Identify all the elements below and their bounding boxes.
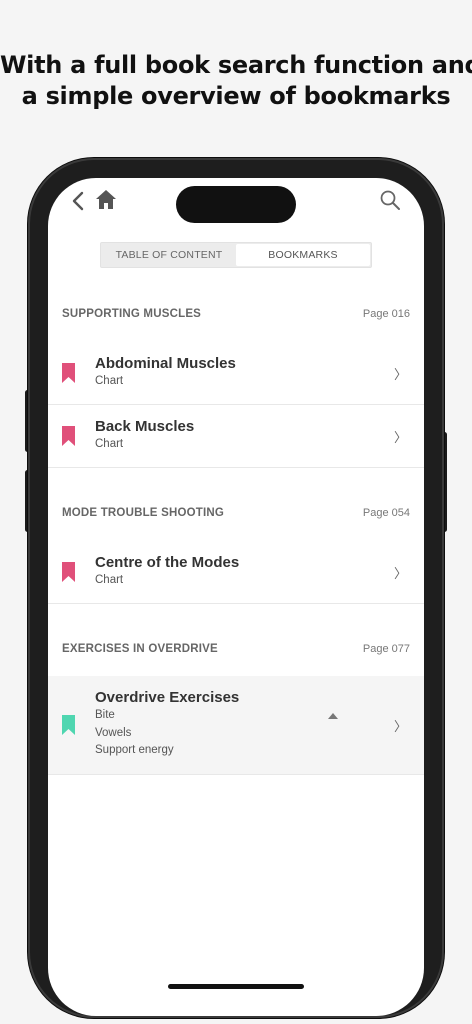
section-header: MODE TROUBLE SHOOTING Page 054 [48, 503, 424, 523]
bookmark-icon [62, 715, 75, 735]
bookmark-icon [62, 363, 75, 383]
section-header: SUPPORTING MUSCLES Page 016 [48, 304, 424, 324]
bookmark-subtitle: Bite [95, 709, 115, 721]
bookmark-subtitle: Chart [95, 375, 124, 387]
home-icon[interactable] [94, 188, 118, 212]
chevron-right-icon: 〉 [394, 367, 408, 382]
bookmark-subtitle: Support energy [95, 744, 174, 756]
app-screen: TABLE OF CONTENT BOOKMARKS SUPPORTING MU… [48, 178, 424, 1016]
bookmark-title: Overdrive Exercises [95, 689, 240, 706]
bookmark-item[interactable]: Back Muscles Chart 〉 [48, 405, 424, 468]
search-icon[interactable] [378, 188, 402, 212]
section-title: SUPPORTING MUSCLES [62, 308, 202, 320]
bookmark-icon [62, 426, 75, 446]
headline-line-2: a simple overview of bookmarks [21, 82, 451, 110]
bookmark-subtitle: Vowels [95, 727, 132, 739]
chevron-left-icon[interactable] [68, 190, 88, 212]
view-switcher: TABLE OF CONTENT BOOKMARKS [100, 242, 372, 268]
tab-table-of-content[interactable]: TABLE OF CONTENT [102, 244, 236, 266]
bookmark-title: Centre of the Modes [95, 554, 240, 571]
section-header: EXERCISES IN OVERDRIVE Page 077 [48, 639, 424, 659]
section-title: MODE TROUBLE SHOOTING [62, 507, 225, 519]
bookmark-subtitle: Chart [95, 438, 124, 450]
bookmark-item-expanded[interactable]: Overdrive Exercises Bite Vowels Support … [48, 676, 424, 775]
bookmark-title: Back Muscles [95, 418, 195, 435]
headline-line-1: With a full book search function and [0, 51, 472, 79]
section-page: Page 054 [362, 507, 410, 519]
chevron-right-icon: 〉 [394, 430, 408, 445]
chevron-right-icon: 〉 [394, 719, 408, 734]
chevron-right-icon: 〉 [394, 566, 408, 581]
bookmark-item[interactable]: Abdominal Muscles Chart 〉 [48, 342, 424, 405]
bookmark-icon [62, 562, 75, 582]
section-title: EXERCISES IN OVERDRIVE [62, 643, 218, 655]
dynamic-island [176, 186, 296, 223]
section-page: Page 016 [362, 308, 410, 320]
section-page: Page 077 [362, 643, 410, 655]
home-indicator [168, 984, 304, 989]
bookmark-title: Abdominal Muscles [95, 355, 236, 372]
tab-bookmarks[interactable]: BOOKMARKS [236, 244, 370, 266]
headline: With a full book search function and a s… [0, 50, 472, 112]
collapse-up-icon[interactable] [328, 713, 338, 719]
bookmark-subtitle: Chart [95, 574, 124, 586]
bookmark-item[interactable]: Centre of the Modes Chart 〉 [48, 541, 424, 604]
